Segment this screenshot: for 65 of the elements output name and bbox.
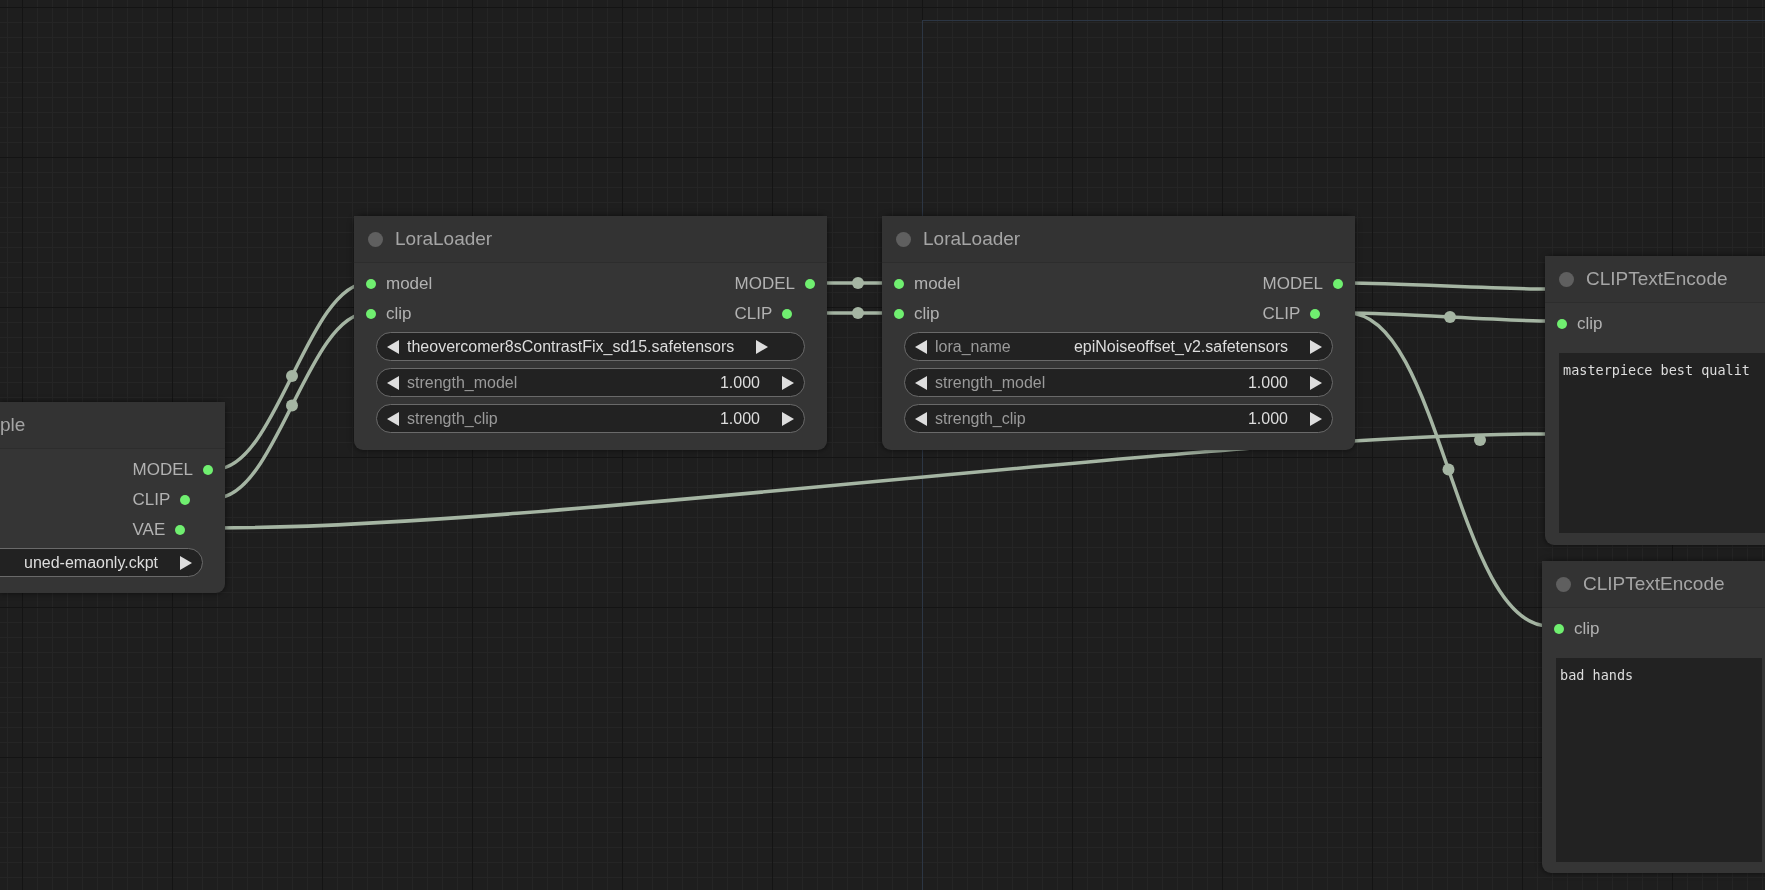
node-title: CLIPTextEncode xyxy=(1586,268,1728,290)
widget-value: 1.000 xyxy=(719,409,760,428)
left-arrow-icon[interactable] xyxy=(387,375,399,390)
input-label: clip xyxy=(1574,619,1600,639)
input-label: clip xyxy=(1577,314,1603,334)
input-socket-icon[interactable] xyxy=(366,279,376,289)
output-label: MODEL xyxy=(132,460,193,480)
node-title: CLIPTextEncode xyxy=(1583,573,1725,595)
input-socket-icon[interactable] xyxy=(366,309,376,319)
node-title: LoraLoader xyxy=(395,228,493,250)
dropdown-widget[interactable]: theovercomer8sContrastFix_sd15.safetensors xyxy=(376,332,805,361)
output-label: MODEL xyxy=(1262,274,1323,294)
input-socket-icon[interactable] xyxy=(1557,319,1567,329)
right-arrow-icon[interactable] xyxy=(180,555,192,570)
widget-value: uned-emaonly.ckpt xyxy=(24,553,158,572)
output-socket-icon[interactable] xyxy=(175,525,186,535)
widget-value: 1.000 xyxy=(1247,373,1288,392)
widget-label: strength_clip xyxy=(935,409,1026,428)
input-socket-icon[interactable] xyxy=(894,279,904,289)
dropdown-widget[interactable]: lora_name epiNoiseoffset_v2.safetensors xyxy=(904,332,1333,361)
input-label: clip xyxy=(386,304,412,324)
widget-label: strength_model xyxy=(935,373,1046,392)
widget-value: 1.000 xyxy=(719,373,760,392)
output-socket-icon[interactable] xyxy=(1333,279,1343,289)
output-label: CLIP xyxy=(734,304,773,324)
number-widget[interactable]: strength_clip 1.000 xyxy=(904,404,1333,433)
text-area[interactable]: bad hands xyxy=(1556,658,1762,862)
number-widget[interactable]: strength_clip 1.000 xyxy=(376,404,805,433)
input-label: model xyxy=(386,274,433,294)
right-arrow-icon[interactable] xyxy=(782,375,794,390)
output-label: MODEL xyxy=(734,274,795,294)
output-socket-icon[interactable] xyxy=(805,279,815,289)
output-label: CLIP xyxy=(1262,304,1301,324)
widget-label: strength_model xyxy=(407,373,518,392)
left-arrow-icon[interactable] xyxy=(387,339,399,354)
node-title: ple xyxy=(0,414,26,436)
right-arrow-icon[interactable] xyxy=(756,339,769,354)
right-arrow-icon[interactable] xyxy=(1310,411,1322,426)
widget-value: theovercomer8sContrastFix_sd15.safetensors xyxy=(407,337,735,356)
right-arrow-icon[interactable] xyxy=(1310,375,1322,390)
right-arrow-icon[interactable] xyxy=(782,411,794,426)
output-socket-icon[interactable] xyxy=(782,309,793,319)
input-socket-icon[interactable] xyxy=(1554,624,1564,634)
output-socket-icon[interactable] xyxy=(203,465,213,475)
left-arrow-icon[interactable] xyxy=(915,339,927,354)
widget-value: epiNoiseoffset_v2.safetensors xyxy=(1073,337,1288,356)
input-label: model xyxy=(914,274,961,294)
right-arrow-icon[interactable] xyxy=(1310,339,1322,354)
node-title: LoraLoader xyxy=(923,228,1021,250)
left-arrow-icon[interactable] xyxy=(915,411,927,426)
left-arrow-icon[interactable] xyxy=(387,411,399,426)
widget-label: strength_clip xyxy=(407,409,498,428)
dropdown-widget[interactable]: uned-emaonly.ckpt xyxy=(0,548,203,577)
output-label: CLIP xyxy=(132,490,171,510)
output-socket-icon[interactable] xyxy=(180,495,191,505)
left-arrow-icon[interactable] xyxy=(915,375,927,390)
widget-value: 1.000 xyxy=(1247,409,1288,428)
text-area[interactable]: masterpiece best qualit xyxy=(1559,353,1765,533)
input-socket-icon[interactable] xyxy=(894,309,904,319)
input-label: clip xyxy=(914,304,940,324)
widget-label: lora_name xyxy=(935,337,1011,356)
output-label: VAE xyxy=(132,520,166,540)
number-widget[interactable]: strength_model 1.000 xyxy=(376,368,805,397)
number-widget[interactable]: strength_model 1.000 xyxy=(904,368,1333,397)
output-socket-icon[interactable] xyxy=(1310,309,1321,319)
